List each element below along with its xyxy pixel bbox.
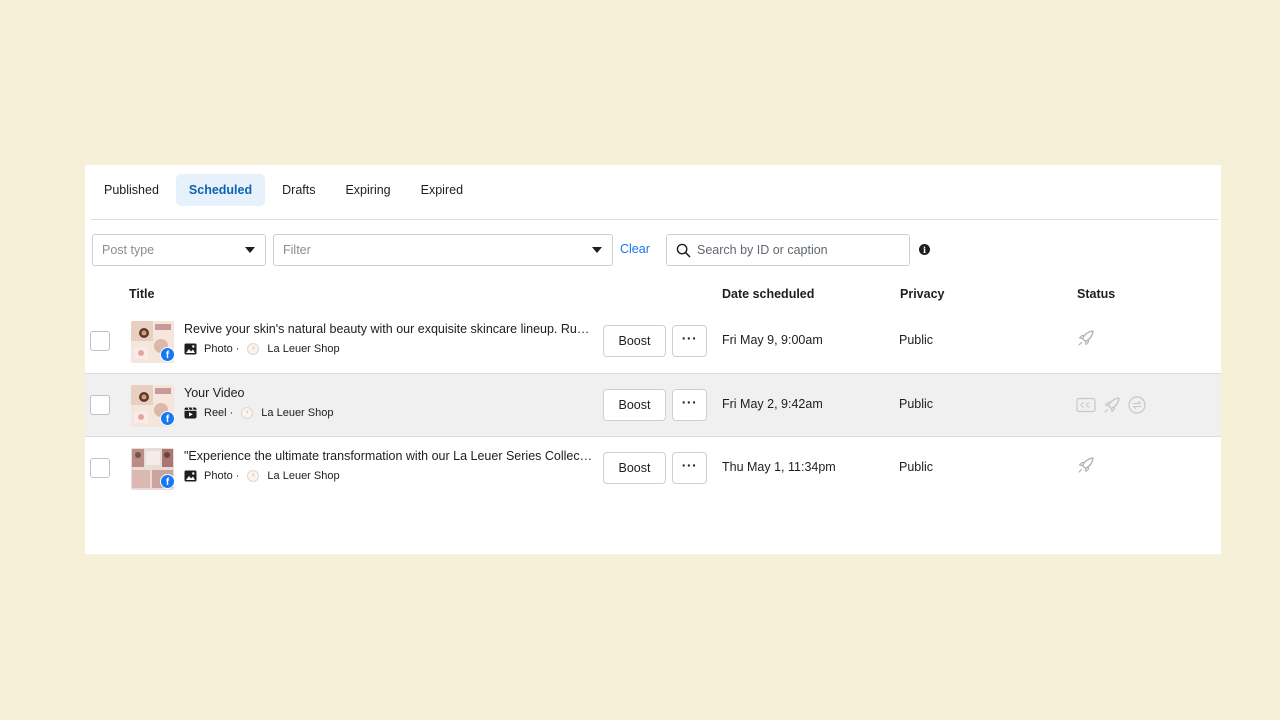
more-options-button[interactable]: ···	[672, 325, 707, 357]
page-name[interactable]: La Leuer Shop	[261, 407, 333, 419]
tab-expiring[interactable]: Expiring	[332, 174, 403, 206]
clear-button[interactable]: Clear	[620, 242, 650, 256]
boost-button[interactable]: Boost	[603, 389, 666, 421]
reel-icon	[184, 407, 197, 419]
status-icons	[1076, 455, 1096, 475]
page-name[interactable]: La Leuer Shop	[267, 470, 339, 482]
post-meta: Photo · ♀ La Leuer Shop	[184, 342, 340, 356]
filter-select[interactable]: Filter	[273, 234, 613, 266]
privacy-value: Public	[899, 460, 934, 474]
post-meta: Reel · ♀ La Leuer Shop	[184, 406, 333, 420]
column-header-privacy[interactable]: Privacy	[900, 287, 944, 301]
post-type-label: Reel	[204, 407, 227, 419]
facebook-icon: f	[160, 474, 175, 489]
post-meta: Photo · ♀ La Leuer Shop	[184, 469, 340, 483]
post-type-select[interactable]: Post type	[92, 234, 266, 266]
caret-down-icon	[592, 247, 602, 253]
table-row[interactable]: f Your Video Reel · ♀ La Leuer Shop Boos…	[85, 374, 1221, 437]
post-title[interactable]: Revive your skin's natural beauty with o…	[184, 322, 594, 336]
status-icons	[1076, 395, 1146, 415]
page-name[interactable]: La Leuer Shop	[267, 343, 339, 355]
tab-scheduled[interactable]: Scheduled	[175, 174, 266, 206]
more-options-button[interactable]: ···	[672, 389, 707, 421]
post-type-label: Photo	[204, 470, 233, 482]
caret-down-icon	[245, 247, 255, 253]
separator-dot: ·	[235, 343, 240, 355]
info-icon[interactable]: i	[919, 244, 930, 255]
page-avatar: ♀	[247, 470, 260, 482]
rocket-icon[interactable]	[1076, 455, 1096, 475]
post-title[interactable]: Your Video	[184, 386, 594, 400]
privacy-value: Public	[899, 333, 934, 347]
facebook-icon: f	[160, 347, 175, 362]
tabs-divider	[91, 219, 1218, 220]
post-type-label: Photo	[204, 343, 233, 355]
scheduled-date: Fri May 9, 9:00am	[722, 333, 823, 347]
tab-bar: Published Scheduled Drafts Expiring Expi…	[91, 174, 476, 206]
filter-bar: Post type Filter Clear Search by ID or c…	[92, 234, 1212, 266]
rocket-icon[interactable]	[1102, 395, 1122, 415]
row-checkbox[interactable]	[90, 458, 110, 478]
privacy-value: Public	[899, 397, 934, 411]
search-icon	[676, 243, 691, 258]
boost-button[interactable]: Boost	[603, 452, 666, 484]
post-title[interactable]: "Experience the ultimate transformation …	[184, 449, 594, 463]
photo-icon	[184, 343, 197, 355]
tab-expired[interactable]: Expired	[408, 174, 476, 206]
column-header-date[interactable]: Date scheduled	[722, 287, 814, 301]
photo-icon	[184, 470, 197, 482]
crosspost-icon[interactable]	[1128, 396, 1146, 414]
rocket-icon[interactable]	[1076, 328, 1096, 348]
column-header-title[interactable]: Title	[129, 287, 154, 301]
column-header-status[interactable]: Status	[1077, 287, 1115, 301]
tab-drafts[interactable]: Drafts	[269, 174, 328, 206]
row-checkbox[interactable]	[90, 331, 110, 351]
facebook-icon: f	[160, 411, 175, 426]
boost-button[interactable]: Boost	[603, 325, 666, 357]
table-row[interactable]: f "Experience the ultimate transformatio…	[85, 437, 1221, 500]
row-checkbox[interactable]	[90, 395, 110, 415]
status-icons	[1076, 328, 1096, 348]
search-placeholder: Search by ID or caption	[697, 243, 828, 257]
page-avatar: ♀	[247, 343, 260, 355]
content-panel: Published Scheduled Drafts Expiring Expi…	[85, 165, 1221, 554]
post-type-placeholder: Post type	[102, 243, 155, 257]
separator-dot: ·	[235, 470, 240, 482]
scheduled-date: Fri May 2, 9:42am	[722, 397, 823, 411]
more-options-button[interactable]: ···	[672, 452, 707, 484]
search-input[interactable]: Search by ID or caption	[666, 234, 910, 266]
table-row[interactable]: f Revive your skin's natural beauty with…	[85, 310, 1221, 373]
scheduled-date: Thu May 1, 11:34pm	[722, 460, 836, 474]
filter-placeholder: Filter	[283, 243, 311, 257]
page-avatar: ♀	[241, 407, 254, 419]
tab-published[interactable]: Published	[91, 174, 172, 206]
captions-icon[interactable]	[1076, 397, 1096, 413]
separator-dot: ·	[229, 407, 234, 419]
